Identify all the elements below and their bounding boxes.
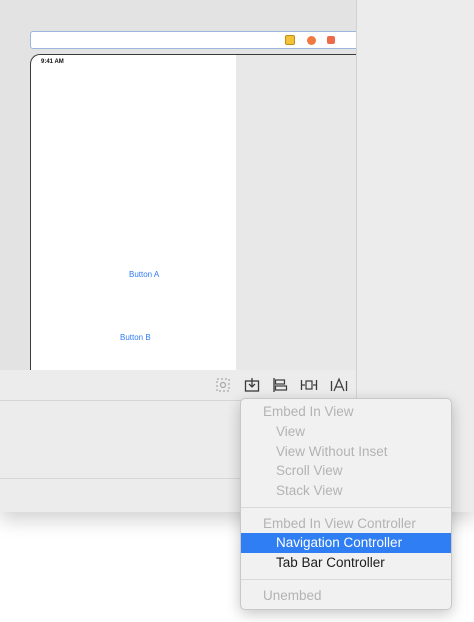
exit-icon[interactable] <box>327 36 335 44</box>
offscreen-area <box>236 55 356 370</box>
menu-header-embed-in-view: Embed In View <box>263 404 354 419</box>
menu-item-navigation-controller[interactable]: Navigation Controller <box>241 533 451 553</box>
menu-header-embed-in-view-controller: Embed In View Controller <box>263 516 416 531</box>
menu-item-tab-bar-controller[interactable]: Tab Bar Controller <box>241 553 451 573</box>
menu-separator <box>241 507 451 508</box>
align-icon[interactable] <box>271 376 289 394</box>
add-constraints-icon[interactable] <box>300 376 318 394</box>
menu-item-scroll-view[interactable]: Scroll View <box>241 461 451 481</box>
menu-item-view[interactable]: View <box>241 422 451 442</box>
resolve-issues-icon[interactable] <box>330 376 348 394</box>
button-b[interactable]: Button B <box>120 333 151 342</box>
status-bar-time: 9:41 AM <box>41 59 64 65</box>
embed-in-icon[interactable] <box>243 376 261 394</box>
menu-item-view-without-inset[interactable]: View Without Inset <box>241 442 451 462</box>
storyboard-canvas[interactable]: 9:41 AM Button A Button B <box>0 0 356 370</box>
menu-separator <box>241 579 451 580</box>
update-frames-icon[interactable] <box>214 376 232 394</box>
scene-dock-bar[interactable] <box>30 31 356 49</box>
menu-item-unembed[interactable]: Unembed <box>241 586 451 606</box>
embed-in-menu: Embed In View View View Without Inset Sc… <box>240 398 452 610</box>
view-controller-icon[interactable] <box>285 35 295 45</box>
button-a[interactable]: Button A <box>129 270 159 279</box>
layout-toolbar <box>214 376 354 394</box>
menu-item-stack-view[interactable]: Stack View <box>241 481 451 501</box>
first-responder-icon[interactable] <box>307 36 316 45</box>
device-frame[interactable]: 9:41 AM Button A Button B <box>30 54 356 370</box>
